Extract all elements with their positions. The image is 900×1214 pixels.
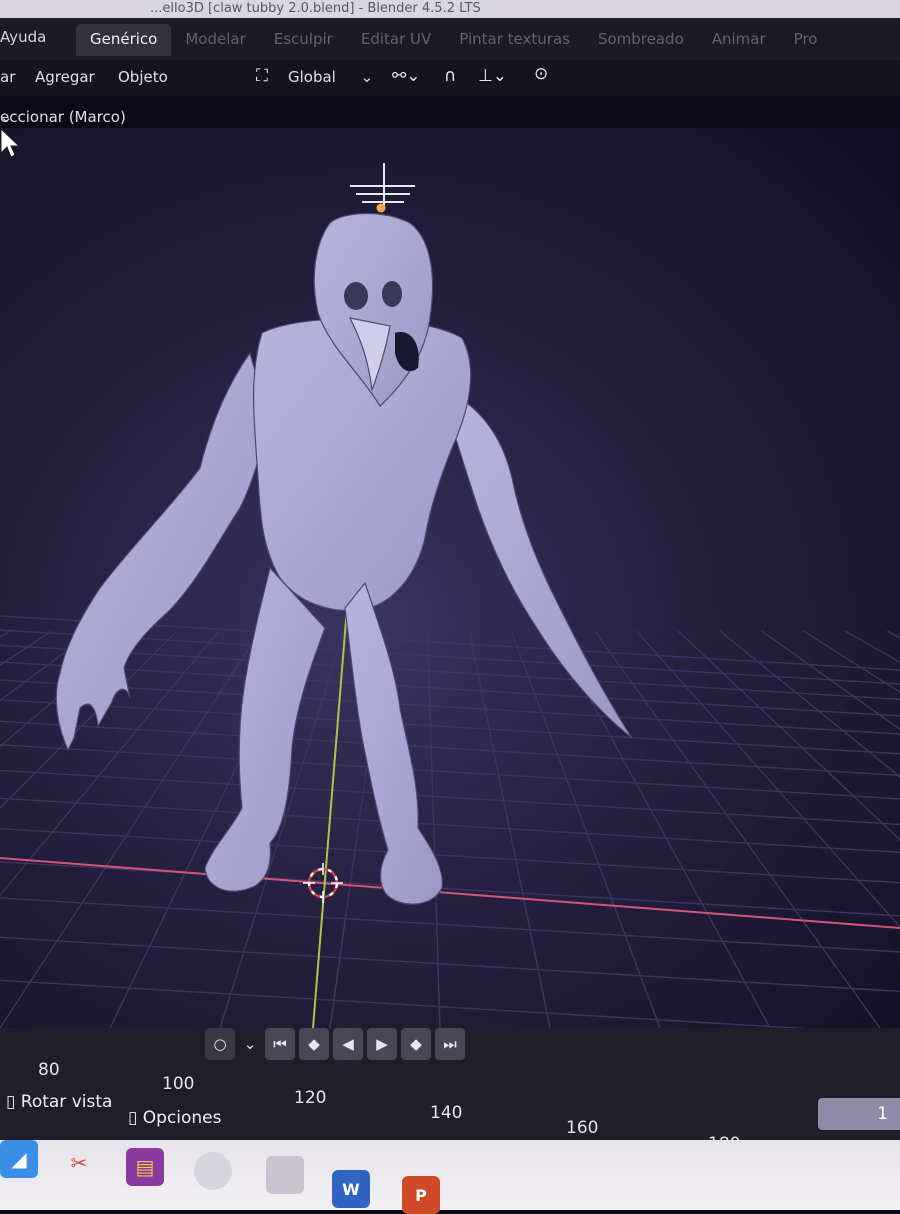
jump-end-icon[interactable]: ⏭ bbox=[435, 1028, 465, 1060]
menu-object-label: Objeto bbox=[118, 68, 168, 86]
window-title-bar: ...ello3D [claw tubby 2.0.blend] - Blend… bbox=[0, 0, 900, 18]
status-options: ▯ Opciones bbox=[128, 1108, 222, 1128]
frame-label: 80 bbox=[38, 1060, 60, 1080]
frame-label: 140 bbox=[430, 1103, 463, 1123]
eye-socket bbox=[344, 282, 368, 310]
frame-label: 160 bbox=[566, 1118, 599, 1138]
proportional-editing-icon[interactable]: ⊙ bbox=[534, 64, 548, 84]
playback-controls: ○ ⌄ ⏮ ◆ ◀ ▶ ◆ ⏭ bbox=[205, 1028, 465, 1068]
3d-viewport[interactable] bbox=[0, 128, 900, 1028]
prev-keyframe-icon[interactable]: ◆ bbox=[299, 1028, 329, 1060]
orientation-label: Global bbox=[288, 68, 336, 86]
menu-help-label: Ayuda bbox=[0, 28, 47, 46]
tab-modeling[interactable]: Modelar bbox=[171, 24, 259, 56]
grid-line bbox=[0, 979, 808, 1028]
window-title: ...ello3D [claw tubby 2.0.blend] - Blend… bbox=[150, 1, 481, 16]
grid-line bbox=[426, 631, 441, 1028]
chevron-down-icon[interactable]: ⌄ bbox=[239, 1028, 261, 1060]
record-icon[interactable]: ○ bbox=[205, 1028, 235, 1060]
tab-label: Esculpir bbox=[273, 30, 333, 48]
tab-label: Pro bbox=[793, 30, 818, 48]
light-gizmo bbox=[350, 163, 415, 213]
eye-socket bbox=[382, 281, 402, 307]
tab-label: Animar bbox=[711, 30, 766, 48]
tab-texture-paint[interactable]: Pintar texturas bbox=[445, 24, 584, 56]
pivot-point-icon[interactable]: ⚯⌄ bbox=[392, 66, 421, 86]
tab-generic[interactable]: Genérico bbox=[76, 24, 172, 56]
snipping-tool-icon[interactable]: ✂ bbox=[60, 1144, 98, 1182]
grid-line bbox=[845, 630, 900, 664]
top-menu-bar: Ayuda Genérico Modelar Esculpir Editar U… bbox=[0, 18, 900, 61]
grid-line bbox=[0, 797, 900, 853]
viewport-header: ar Agregar Objeto ⛶ Global ⌄ ⚯⌄ ∩ ⊥⌄ ⊙ bbox=[0, 60, 900, 96]
creature-model bbox=[55, 213, 633, 905]
chrome-icon[interactable] bbox=[194, 1152, 232, 1190]
status-rotate-view: ▯ Rotar vista bbox=[6, 1092, 112, 1112]
floor-grid bbox=[0, 615, 900, 1028]
menu-object[interactable]: Objeto bbox=[118, 68, 168, 86]
current-frame-field[interactable]: 1 bbox=[818, 1098, 900, 1130]
grid-line bbox=[0, 744, 900, 800]
winrar-icon[interactable]: ▤ bbox=[126, 1148, 164, 1186]
status-rotate-label: Rotar vista bbox=[20, 1092, 113, 1112]
menu-view[interactable]: ar bbox=[0, 68, 15, 86]
tab-animation[interactable]: Animar bbox=[698, 24, 780, 56]
grid-line bbox=[803, 630, 900, 693]
menu-add-label: Agregar bbox=[35, 68, 95, 86]
status-options-label: Opciones bbox=[142, 1108, 222, 1128]
grid-line bbox=[0, 630, 261, 1028]
menu-help[interactable]: Ayuda bbox=[0, 28, 46, 46]
play-icon[interactable]: ▶ bbox=[367, 1028, 397, 1060]
orientation-dropdown[interactable]: Global ⌄ bbox=[288, 68, 373, 86]
transform-orientation-icon: ⛶ bbox=[256, 66, 268, 86]
next-keyframe-icon[interactable]: ◆ bbox=[401, 1028, 431, 1060]
current-frame-value: 1 bbox=[877, 1104, 888, 1124]
tab-label: Genérico bbox=[90, 30, 158, 48]
word-icon[interactable]: W bbox=[332, 1170, 370, 1208]
play-reverse-icon[interactable]: ◀ bbox=[333, 1028, 363, 1060]
grid-line bbox=[677, 630, 900, 841]
mouse-icon: ▯ bbox=[128, 1108, 138, 1128]
select-mode-dropdown[interactable]: eccionar (Marco) ⌄ bbox=[0, 96, 220, 128]
tab-more[interactable]: Pro bbox=[780, 24, 832, 56]
frame-label: 100 bbox=[162, 1074, 195, 1094]
frame-label: 120 bbox=[294, 1088, 327, 1108]
select-mode-label: eccionar (Marco) bbox=[0, 108, 126, 126]
grid-line bbox=[0, 827, 900, 884]
chevron-down-icon: ⌄ bbox=[0, 108, 13, 126]
tab-label: Pintar texturas bbox=[459, 30, 570, 48]
blender-icon[interactable]: ◢ bbox=[0, 1140, 38, 1178]
tab-label: Modelar bbox=[185, 30, 246, 48]
jump-start-icon[interactable]: ⏮ bbox=[265, 1028, 295, 1060]
grid-line bbox=[761, 630, 900, 731]
menu-view-label: ar bbox=[0, 68, 16, 86]
snap-icon[interactable]: ∩ bbox=[444, 66, 456, 86]
tab-shading[interactable]: Sombreado bbox=[584, 24, 698, 56]
tab-sculpting[interactable]: Esculpir bbox=[260, 24, 347, 56]
snap-target-icon[interactable]: ⊥⌄ bbox=[478, 66, 507, 86]
chevron-down-icon: ⌄ bbox=[360, 68, 374, 86]
powerpoint-icon[interactable]: P bbox=[402, 1176, 440, 1214]
tab-label: Editar UV bbox=[360, 30, 432, 48]
tab-label: Sombreado bbox=[597, 30, 684, 48]
grid-line bbox=[0, 679, 900, 735]
mouse-icon: ▯ bbox=[6, 1092, 16, 1112]
menu-add[interactable]: Agregar bbox=[35, 68, 95, 86]
mouse-pointer-icon bbox=[0, 128, 20, 158]
workspace-tabs: Genérico Modelar Esculpir Editar UV Pint… bbox=[76, 24, 831, 56]
app-icon[interactable] bbox=[266, 1156, 304, 1194]
viewport-canvas bbox=[0, 163, 900, 1028]
tab-uv-editing[interactable]: Editar UV bbox=[347, 24, 445, 56]
